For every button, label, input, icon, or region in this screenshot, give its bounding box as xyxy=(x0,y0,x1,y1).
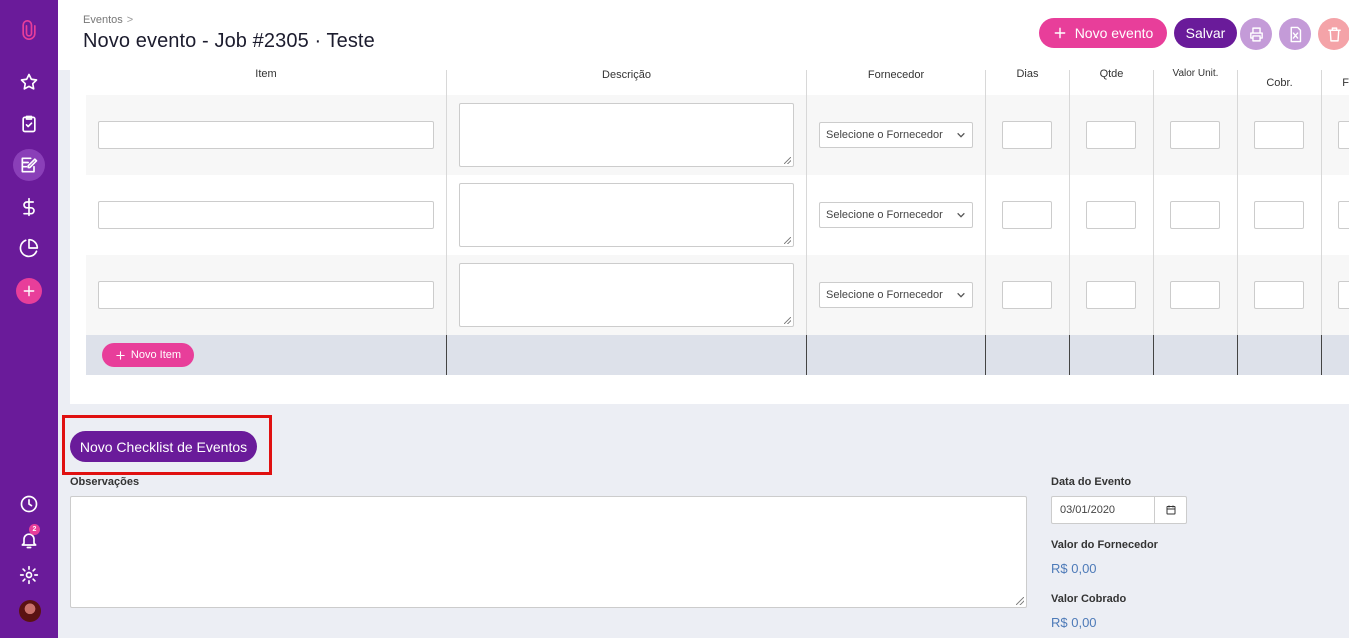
column-header-valor-unit: Valor Unit. xyxy=(1172,68,1219,79)
header: Eventos > Novo evento - Job #2305 · Teste… xyxy=(58,0,1349,70)
new-item-button[interactable]: Novo Item xyxy=(102,343,194,367)
column-divider xyxy=(1069,335,1070,375)
plus-icon xyxy=(1054,27,1066,39)
observacoes-textarea[interactable] xyxy=(70,496,1027,608)
export-excel-button[interactable] xyxy=(1279,18,1311,50)
charged-input[interactable] xyxy=(1254,201,1304,229)
items-table: Selecione o Fornecedor Selecione o Forne… xyxy=(86,68,1349,375)
charged-input[interactable] xyxy=(1254,281,1304,309)
save-button[interactable]: Salvar xyxy=(1174,18,1237,48)
item-input[interactable] xyxy=(98,281,434,309)
sidebar: 2 xyxy=(0,0,58,638)
column-divider xyxy=(806,70,807,335)
unit-value-input[interactable] xyxy=(1170,121,1220,149)
excel-file-icon xyxy=(1290,26,1301,42)
extra-input[interactable] xyxy=(1338,121,1349,149)
unit-value-input[interactable] xyxy=(1170,281,1220,309)
supplier-select-value: Selecione o Fornecedor xyxy=(826,289,943,301)
column-header-qtde: Qtde xyxy=(1099,68,1124,80)
paperclip-icon[interactable] xyxy=(15,16,43,44)
gear-icon[interactable] xyxy=(15,561,43,589)
column-divider xyxy=(806,335,807,375)
clipboard-check-icon[interactable] xyxy=(15,110,43,138)
event-date-value: 03/01/2020 xyxy=(1060,504,1116,516)
delete-button[interactable] xyxy=(1318,18,1349,50)
new-checklist-button[interactable]: Novo Checklist de Eventos xyxy=(70,431,257,462)
column-header-extra: F xyxy=(1342,77,1349,89)
description-textarea[interactable] xyxy=(459,263,794,327)
chevron-down-icon xyxy=(957,212,965,218)
table-row: Selecione o Fornecedor xyxy=(86,175,1349,255)
quantity-input[interactable] xyxy=(1086,201,1136,229)
chevron-down-icon xyxy=(957,132,965,138)
print-icon xyxy=(1249,26,1263,42)
table-row: Selecione o Fornecedor xyxy=(86,255,1349,335)
supplier-select-value: Selecione o Fornecedor xyxy=(826,129,943,141)
clock-icon[interactable] xyxy=(15,490,43,518)
charged-value: R$ 0,00 xyxy=(1051,615,1097,630)
chevron-down-icon xyxy=(957,292,965,298)
table-row: Selecione o Fornecedor xyxy=(86,95,1349,175)
supplier-value: R$ 0,00 xyxy=(1051,561,1097,576)
supplier-select[interactable]: Selecione o Fornecedor xyxy=(819,282,973,308)
column-divider xyxy=(1237,335,1238,375)
extra-input[interactable] xyxy=(1338,201,1349,229)
calendar-icon[interactable] xyxy=(1154,497,1186,523)
notification-badge: 2 xyxy=(29,524,40,535)
column-divider xyxy=(1237,70,1238,335)
trash-icon xyxy=(1327,26,1341,42)
charged-value-label: Valor Cobrado xyxy=(1051,593,1127,605)
supplier-select[interactable]: Selecione o Fornecedor xyxy=(819,122,973,148)
event-date-field[interactable]: 03/01/2020 xyxy=(1051,496,1187,524)
new-event-button[interactable]: Novo evento xyxy=(1039,18,1167,48)
quantity-input[interactable] xyxy=(1086,121,1136,149)
items-card: Selecione o Fornecedor Selecione o Forne… xyxy=(70,68,1349,404)
supplier-select[interactable]: Selecione o Fornecedor xyxy=(819,202,973,228)
observacoes-label: Observações xyxy=(70,476,140,488)
column-divider xyxy=(1153,335,1154,375)
event-date-label: Data do Evento xyxy=(1051,476,1132,488)
days-input[interactable] xyxy=(1002,281,1052,309)
supplier-select-value: Selecione o Fornecedor xyxy=(826,209,943,221)
column-header-dias: Dias xyxy=(1016,68,1039,80)
plus-icon xyxy=(116,350,125,360)
print-button[interactable] xyxy=(1240,18,1272,50)
column-divider xyxy=(446,335,447,375)
avatar[interactable] xyxy=(19,600,41,622)
unit-value-input[interactable] xyxy=(1170,201,1220,229)
breadcrumb-item-eventos[interactable]: Eventos xyxy=(83,14,123,26)
item-input[interactable] xyxy=(98,121,434,149)
column-header-descricao: Descrição xyxy=(602,69,651,81)
chevron-right-icon: > xyxy=(126,14,134,26)
new-event-label: Novo evento xyxy=(1074,25,1154,41)
column-divider xyxy=(1069,70,1070,335)
supplier-value-label: Valor do Fornecedor xyxy=(1051,539,1158,551)
star-icon[interactable] xyxy=(15,68,43,96)
pie-chart-icon[interactable] xyxy=(15,234,43,262)
column-divider xyxy=(1321,70,1322,335)
new-item-label: Novo Item xyxy=(130,349,182,361)
days-input[interactable] xyxy=(1002,121,1052,149)
column-divider xyxy=(985,70,986,335)
column-divider xyxy=(985,335,986,375)
description-textarea[interactable] xyxy=(459,103,794,167)
description-textarea[interactable] xyxy=(459,183,794,247)
plus-icon[interactable] xyxy=(16,278,42,304)
column-header-fornecedor: Fornecedor xyxy=(867,69,925,81)
breadcrumb[interactable]: Eventos > xyxy=(83,14,133,26)
days-input[interactable] xyxy=(1002,201,1052,229)
dollar-icon[interactable] xyxy=(15,193,43,221)
quantity-input[interactable] xyxy=(1086,281,1136,309)
column-header-item: Item xyxy=(255,68,277,80)
table-footer: Novo Item xyxy=(86,335,1349,375)
edit-icon[interactable] xyxy=(13,149,45,181)
column-header-cobr: Cobr. xyxy=(1266,77,1293,89)
column-divider xyxy=(1321,335,1322,375)
extra-input[interactable] xyxy=(1338,281,1349,309)
charged-input[interactable] xyxy=(1254,121,1304,149)
page-title: Novo evento - Job #2305 · Teste xyxy=(83,30,375,52)
column-divider xyxy=(1153,70,1154,335)
column-divider xyxy=(446,70,447,335)
item-input[interactable] xyxy=(98,201,434,229)
